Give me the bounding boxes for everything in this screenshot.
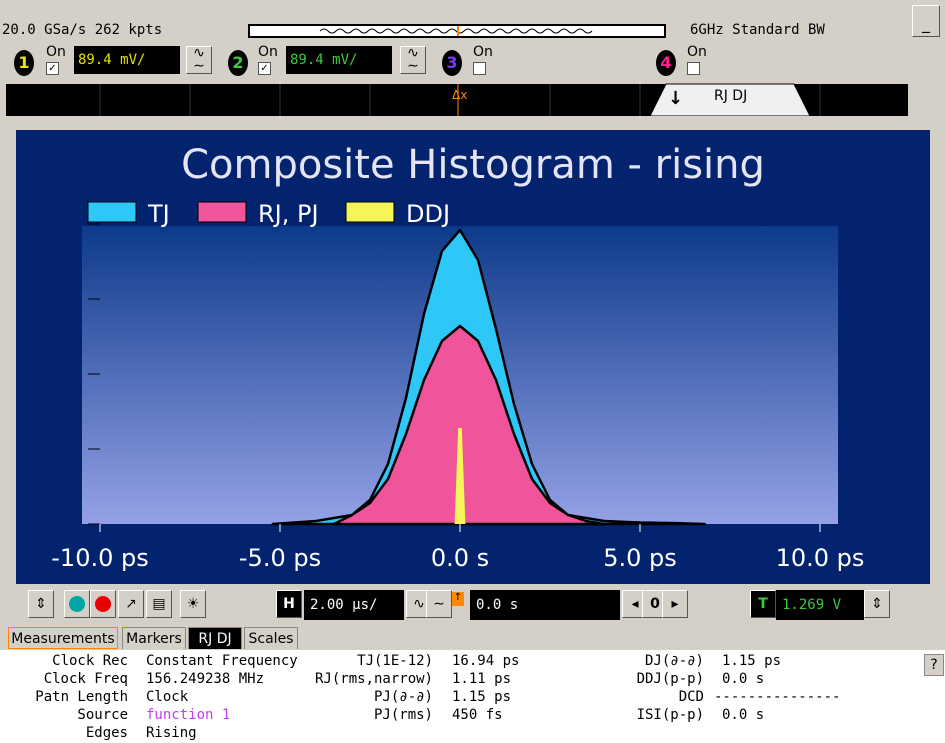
- result-value-source: function 1: [146, 707, 231, 723]
- tab-measurements[interactable]: Measurements: [8, 627, 118, 649]
- result-label: Patn Length: [35, 689, 128, 705]
- brightness-icon[interactable]: ☀: [180, 590, 206, 618]
- stop-button[interactable]: [90, 590, 116, 618]
- legend-swatch: [345, 201, 395, 223]
- acquisition-rate: 20.0 GSa/s 262 kpts: [2, 22, 163, 38]
- result-value: Constant Frequency: [146, 653, 298, 669]
- channel-2-checkbox[interactable]: ✓: [258, 62, 271, 75]
- chart-title: Composite Histogram - rising: [181, 142, 765, 188]
- run-button[interactable]: [64, 590, 90, 618]
- result-label: PJ(rms): [373, 707, 433, 723]
- result-label: Clock Rec: [52, 653, 128, 669]
- chart-legend: TJ RJ, PJ DDJ: [87, 200, 450, 228]
- top-status-bar: 20.0 GSa/s 262 kpts 6GHz Standard BW _: [0, 0, 945, 44]
- channel-4-badge[interactable]: 4: [656, 50, 676, 76]
- channel-3-checkbox[interactable]: [473, 62, 486, 75]
- channel-1-coupling-button[interactable]: ∿ ∼: [186, 46, 212, 74]
- channel-4-checkbox[interactable]: [687, 62, 700, 75]
- result-label: RJ(rms,narrow): [314, 671, 433, 687]
- horizontal-label: H: [276, 590, 302, 618]
- legend-swatch: [197, 201, 247, 223]
- result-label: ISI(p-p): [636, 707, 704, 723]
- x-tick-label: 0.0 s: [431, 544, 489, 572]
- delay-right-button[interactable]: ▸: [662, 590, 688, 618]
- minimize-button[interactable]: _: [912, 5, 940, 37]
- help-button[interactable]: ?: [924, 654, 944, 676]
- channel-3-on-label: On: [473, 44, 493, 60]
- channel-2-on-label: On: [258, 44, 278, 60]
- result-value: 16.94 ps: [452, 653, 520, 669]
- composite-histogram-chart: Composite Histogram - rising TJ RJ, PJ DDJ…: [51, 142, 865, 572]
- bandwidth-label: 6GHz Standard BW: [690, 22, 825, 38]
- legend-label: TJ: [147, 200, 170, 228]
- result-label: DJ(∂-∂): [644, 653, 704, 669]
- channel-1-checkbox[interactable]: ✓: [46, 62, 59, 75]
- x-tick-label: 5.0 ps: [603, 544, 677, 572]
- result-value: 0.0 s: [722, 707, 765, 723]
- channel-bar: 1 On ✓ 89.4 mV/ ∿ ∼ 2 On ✓ 89.4 mV/ ∿ ∼ 3 …: [0, 44, 945, 82]
- channel-2-scale[interactable]: 89.4 mV/: [286, 46, 392, 74]
- result-label: PJ(∂-∂): [373, 689, 433, 705]
- result-value: 450 fs: [452, 707, 503, 723]
- results-panel: Clock Rec Constant Frequency Clock Freq …: [0, 650, 945, 743]
- waveform-overview[interactable]: [248, 24, 666, 38]
- result-label: TJ(1E-12): [357, 653, 433, 669]
- tab-scales[interactable]: Scales: [244, 627, 298, 649]
- result-label: DDJ(p-p): [636, 671, 704, 687]
- result-value: 1.11 ps: [452, 671, 512, 687]
- x-tick-label: -10.0 ps: [51, 544, 148, 572]
- result-label: Edges: [85, 725, 128, 741]
- overview-wave: [319, 28, 593, 34]
- legend-swatch: [87, 201, 137, 223]
- horizontal-ref-button[interactable]: ∼: [426, 590, 452, 618]
- delay-marker-icon: ↑: [452, 592, 464, 606]
- result-value: Rising: [146, 725, 197, 741]
- clear-display-icon[interactable]: ▤: [146, 590, 172, 618]
- trigger-label: T: [750, 590, 776, 618]
- result-value: 156.249238 MHz: [146, 671, 265, 687]
- result-value: 1.15 ps: [722, 653, 782, 669]
- histogram-graph: Composite Histogram - rising TJ RJ, PJ DDJ…: [16, 130, 930, 584]
- rj-dj-tab[interactable]: ↓ RJ DJ: [650, 82, 810, 116]
- legend-label: RJ, PJ: [258, 200, 319, 228]
- delta-x-marker[interactable]: Δx: [452, 88, 467, 102]
- channel-3-badge[interactable]: 3: [442, 50, 462, 76]
- legend-label: DDJ: [406, 200, 450, 228]
- tab-rj-dj[interactable]: RJ DJ: [188, 627, 242, 649]
- channel-1-badge[interactable]: 1: [14, 50, 34, 76]
- result-label: DCD: [678, 689, 704, 705]
- channel-2-coupling-button[interactable]: ∿ ∼: [400, 46, 426, 74]
- x-tick-label: 10.0 ps: [776, 544, 865, 572]
- channel-2-badge[interactable]: 2: [228, 50, 248, 76]
- rj-dj-tab-label: RJ DJ: [714, 88, 748, 104]
- down-arrow-icon: ↓: [668, 88, 684, 109]
- channel-1-scale[interactable]: 89.4 mV/: [74, 46, 180, 74]
- trigger-level-stepper[interactable]: ⇕: [864, 590, 890, 618]
- single-button[interactable]: ↗: [118, 590, 144, 618]
- result-value: ---------------: [714, 689, 841, 705]
- delay-value[interactable]: 0.0 s: [470, 590, 620, 620]
- channel-1-on-label: On: [46, 44, 66, 60]
- channel-4-on-label: On: [687, 44, 707, 60]
- result-label: Clock Freq: [43, 671, 128, 687]
- result-value: 1.15 ps: [452, 689, 512, 705]
- trigger-level[interactable]: 1.269 V: [776, 590, 864, 620]
- result-value: Clock: [146, 689, 189, 705]
- scroll-arrows-button[interactable]: ⇕: [28, 590, 54, 618]
- tab-markers[interactable]: Markers: [122, 627, 186, 649]
- horizontal-scale[interactable]: 2.00 µs/: [304, 590, 404, 620]
- result-value: 0.0 s: [722, 671, 765, 687]
- result-label: Source: [77, 707, 128, 723]
- x-tick-label: -5.0 ps: [239, 544, 321, 572]
- control-toolbar: ⇕ ↗ ▤ ☀ H 2.00 µs/ ∿ ∼ ↑ 0.0 s ◂ 0 ▸ T 1…: [0, 588, 945, 624]
